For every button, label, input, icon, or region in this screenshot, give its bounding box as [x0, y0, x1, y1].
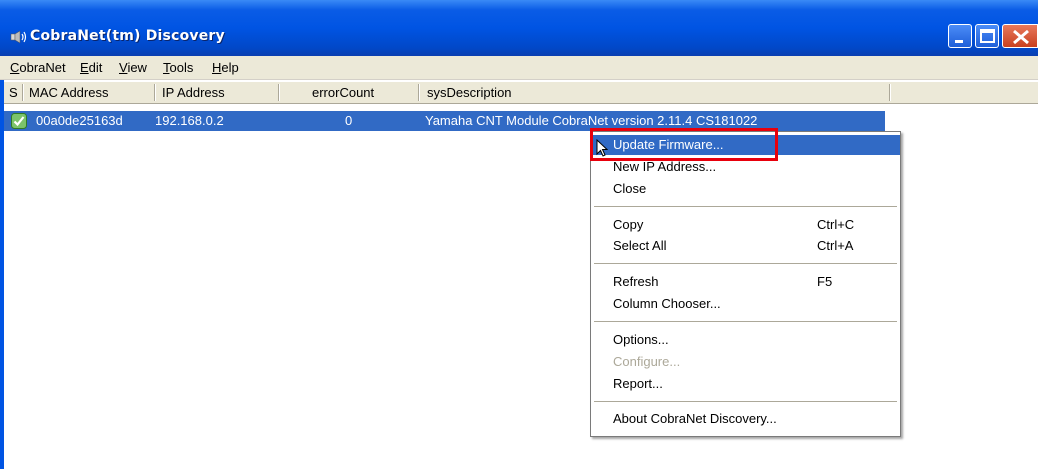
title-bar: CobraNet(tm) Discovery [0, 0, 1038, 56]
column-header-sysdescription[interactable]: sysDescription [427, 82, 512, 103]
menu-item-close[interactable]: Close [591, 179, 900, 199]
highlight-box [590, 128, 778, 161]
menu-bar: CobraNet Edit View Tools Help [0, 56, 1038, 80]
menu-help[interactable]: Help [212, 60, 239, 75]
cell-mac: 00a0de25163d [36, 113, 123, 128]
menu-item-shortcut: Ctrl+C [817, 217, 855, 232]
menu-item-label: Report... [613, 376, 663, 391]
column-separator[interactable] [278, 84, 280, 101]
maximize-icon [980, 29, 995, 43]
cell-sysdescription: Yamaha CNT Module CobraNet version 2.11.… [425, 113, 758, 128]
menu-item-options[interactable]: Options... [591, 330, 900, 350]
context-menu: Update Firmware... New IP Address... Clo… [590, 131, 901, 437]
column-header-status[interactable]: S [9, 82, 18, 103]
menu-item-report[interactable]: Report... [591, 374, 900, 394]
menu-item-label: New IP Address... [613, 159, 717, 174]
menu-item-label: Copy [613, 217, 644, 232]
column-header-bar: S MAC Address IP Address errorCount sysD… [4, 82, 1038, 104]
minimize-button[interactable] [948, 24, 972, 48]
menu-separator [594, 321, 897, 323]
menu-view-label: iew [127, 60, 147, 75]
close-icon [1013, 29, 1029, 45]
menu-item-copy[interactable]: Copy Ctrl+C [591, 215, 900, 235]
menu-separator [594, 263, 897, 265]
close-button[interactable] [1002, 24, 1038, 48]
menu-item-about[interactable]: About CobraNet Discovery... [591, 409, 900, 429]
window-title: CobraNet(tm) Discovery [30, 28, 225, 44]
menu-item-label: Configure... [613, 354, 681, 369]
column-header-mac[interactable]: MAC Address [29, 82, 108, 103]
menu-cobranet[interactable]: CobraNet [10, 60, 66, 75]
menu-item-label: Close [613, 181, 647, 196]
menu-item-configure: Configure... [591, 352, 900, 372]
menu-edit[interactable]: Edit [80, 60, 102, 75]
menu-separator [594, 401, 897, 403]
column-separator[interactable] [154, 84, 156, 101]
cursor-icon [596, 139, 608, 157]
column-separator[interactable] [418, 84, 420, 101]
menu-item-column-chooser[interactable]: Column Chooser... [591, 294, 900, 314]
menu-tools[interactable]: Tools [163, 60, 193, 75]
column-separator[interactable] [889, 84, 891, 101]
menu-item-label: Options... [613, 332, 669, 347]
minimize-icon [955, 40, 963, 43]
menu-item-select-all[interactable]: Select All Ctrl+A [591, 236, 900, 256]
menu-item-shortcut: F5 [817, 274, 833, 289]
menu-separator [594, 206, 897, 208]
menu-item-label: Refresh [613, 274, 659, 289]
menu-item-label: About CobraNet Discovery... [613, 411, 777, 426]
check-icon [11, 113, 27, 129]
menu-item-shortcut: Ctrl+A [817, 238, 854, 253]
column-header-ip[interactable]: IP Address [162, 82, 225, 103]
cell-ip: 192.168.0.2 [155, 113, 224, 128]
speaker-icon [10, 30, 27, 44]
menu-edit-label: dit [88, 60, 103, 75]
column-separator[interactable] [22, 84, 24, 101]
menu-view[interactable]: View [119, 60, 147, 75]
menu-item-label: Select All [613, 238, 667, 253]
maximize-button[interactable] [975, 24, 999, 48]
menu-item-refresh[interactable]: Refresh F5 [591, 272, 900, 292]
menu-help-label: elp [221, 60, 239, 75]
menu-cobranet-label: obraNet [19, 60, 66, 75]
cell-errorcount: 0 [345, 113, 353, 128]
column-header-errorcount[interactable]: errorCount [312, 82, 374, 103]
menu-tools-label: ools [169, 60, 194, 75]
menu-item-label: Column Chooser... [613, 296, 721, 311]
